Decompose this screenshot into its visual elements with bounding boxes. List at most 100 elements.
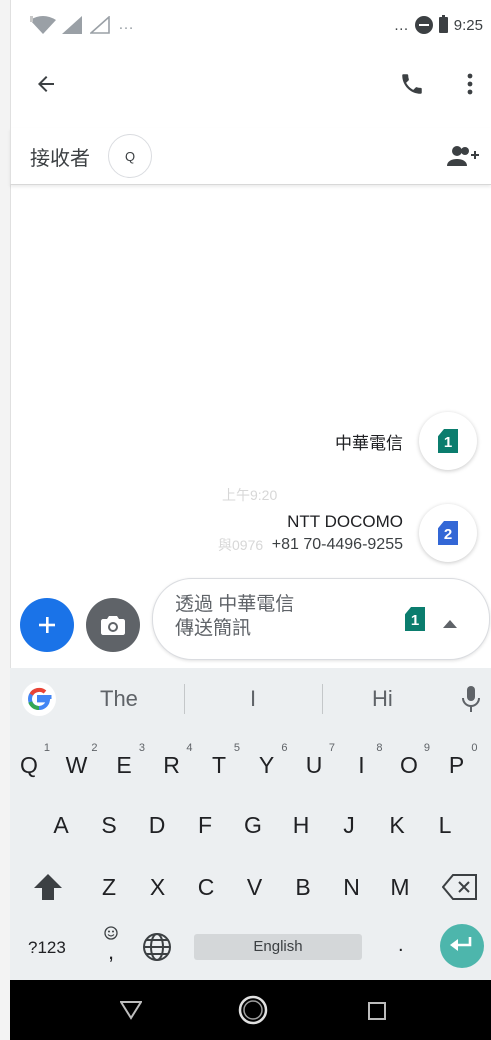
key-p[interactable]: P0 [442,742,478,779]
key-v[interactable]: V [240,874,270,901]
language-key[interactable] [142,932,172,967]
key-w[interactable]: W2 [62,742,98,779]
key-label: R [163,752,180,778]
status-icons-left: … [30,16,134,34]
key-n[interactable]: N [337,874,367,901]
space-bar-label: English [253,938,303,955]
add-attachment-button[interactable] [20,598,74,652]
suggestion-3[interactable]: Hi [372,686,393,712]
key-l[interactable]: L [430,812,460,839]
triangle-back-icon [119,1001,143,1020]
cell-signal-empty-icon [90,16,110,34]
sim-slot-number: 1 [410,611,420,629]
key-d[interactable]: D [142,812,172,839]
google-button[interactable] [22,682,56,721]
sim-selector-button[interactable]: 1 [405,607,425,631]
nav-home-button[interactable] [238,995,268,1030]
recipient-label: 接收者 [30,148,90,170]
key-label: W [65,752,88,778]
key-row-1: Q1 W2 E3 R4 T5 Y6 U7 I8 O9 P0 [10,742,491,802]
key-hint: 7 [328,742,335,754]
key-x[interactable]: X [143,874,173,901]
sim-carrier: NTT DOCOMO [287,512,403,531]
key-a[interactable]: A [46,812,76,839]
key-q[interactable]: Q1 [14,742,50,779]
key-j[interactable]: J [334,812,364,839]
sim-slot-number: 1 [443,433,453,451]
nav-back-button[interactable] [119,1000,143,1025]
key-label: U [305,752,323,778]
key-e[interactable]: E3 [109,742,145,779]
add-contact-button[interactable] [442,136,482,176]
wifi-signal-icon [30,16,56,34]
key-hint: 2 [91,742,98,754]
expand-sim-button[interactable] [443,615,457,633]
key-hint: 8 [376,742,383,754]
camera-gallery-button[interactable] [86,598,140,652]
key-hint: 0 [471,742,478,754]
key-row-3: ZXCVBNM [10,872,491,928]
key-k[interactable]: K [382,812,412,839]
google-g-icon [22,682,56,716]
phone-icon [402,74,422,94]
key-label: O [400,752,418,778]
cell-signal-icon [62,16,82,34]
placeholder-line-2: 傳送簡訊 [175,618,252,639]
sim-option-label: 中華電信 [335,429,403,454]
camera-gallery-icon [101,616,125,635]
call-button[interactable] [390,62,434,106]
nav-recents-button[interactable] [368,1002,386,1025]
space-bar[interactable]: English [194,934,362,960]
comma-label: , [107,939,115,964]
key-m[interactable]: M [385,874,415,901]
message-input[interactable]: 透過 中華電信 傳送簡訊 1 [152,578,490,660]
backspace-key[interactable] [441,874,478,905]
sim-option-label: NTT DOCOMO +81 70-4496-9255 [272,512,403,554]
key-label: E [116,752,132,778]
message-placeholder: 透過 中華電信 傳送簡訊 [175,593,375,641]
sim-option-1[interactable]: 中華電信 1 [335,412,477,470]
key-r[interactable]: R4 [157,742,192,779]
key-f[interactable]: F [190,812,220,839]
sim-card-icon: 2 [438,521,458,545]
sim-option-2[interactable]: NTT DOCOMO +81 70-4496-9255 2 [272,504,477,562]
status-time: 9:25 [453,16,483,34]
shift-icon [34,874,62,900]
status-overflow-left: … [118,16,134,33]
suggestion-divider [184,684,185,714]
navigation-bar [10,980,491,1040]
symbols-key[interactable]: ?123 [28,938,66,958]
key-b[interactable]: B [288,874,318,901]
conversation-hint: 與0976 [218,537,264,553]
key-label: Y [258,752,275,778]
key-s[interactable]: S [94,812,124,839]
voice-input-button[interactable] [462,686,480,717]
key-i[interactable]: I8 [347,742,382,779]
key-u[interactable]: U7 [299,742,335,779]
key-h[interactable]: H [286,812,316,839]
period-key[interactable]: . [398,934,404,957]
key-label: T [211,752,227,778]
do-not-disturb-icon [414,16,433,34]
key-y[interactable]: Y6 [252,742,288,779]
more-options-button[interactable] [448,62,491,106]
key-c[interactable]: C [191,874,221,901]
status-overflow-right: … [393,16,409,34]
enter-icon [450,937,472,951]
suggestion-2[interactable]: I [250,686,256,712]
enter-key[interactable] [440,924,484,968]
back-button[interactable] [24,62,68,106]
sim-icon-circle: 1 [419,412,477,470]
recipient-chip[interactable]: Q [108,134,152,178]
key-z[interactable]: Z [94,874,124,901]
more-vert-icon [467,73,473,95]
emoji-comma-key[interactable]: , [100,926,122,964]
backspace-icon [441,874,477,900]
key-label: Q [20,752,38,778]
key-g[interactable]: G [238,812,268,839]
key-hint: 6 [281,742,288,754]
shift-key[interactable] [34,874,62,905]
key-t[interactable]: T5 [204,742,240,779]
key-o[interactable]: O9 [394,742,430,779]
suggestion-1[interactable]: The [100,686,138,712]
